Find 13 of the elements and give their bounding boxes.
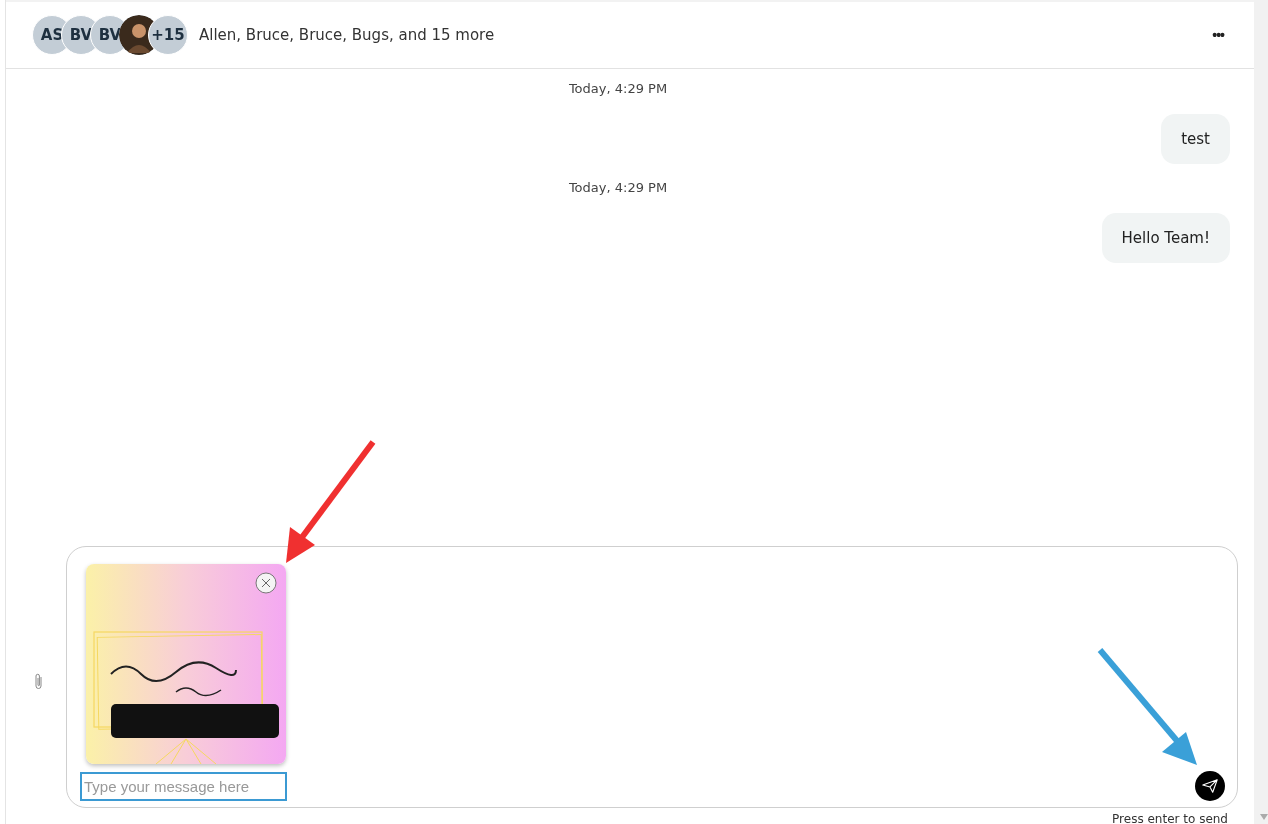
timestamp: Today, 4:29 PM — [567, 180, 669, 195]
timestamp: Today, 4:29 PM — [567, 81, 669, 96]
more-menu-button[interactable]: ••• — [1212, 27, 1224, 43]
send-icon — [1201, 777, 1219, 795]
close-icon[interactable] — [255, 572, 277, 594]
message-bubble: test — [1161, 114, 1230, 164]
paperclip-icon[interactable] — [34, 672, 44, 692]
message-bubble: Hello Team! — [1101, 213, 1230, 263]
send-button[interactable] — [1195, 771, 1225, 801]
message-input[interactable]: Type your message here — [80, 772, 287, 801]
send-hint: Press enter to send — [1112, 812, 1228, 824]
avatar: +15 — [148, 15, 188, 55]
participant-names: Allen, Bruce, Bruce, Bugs, and 15 more — [199, 26, 495, 44]
